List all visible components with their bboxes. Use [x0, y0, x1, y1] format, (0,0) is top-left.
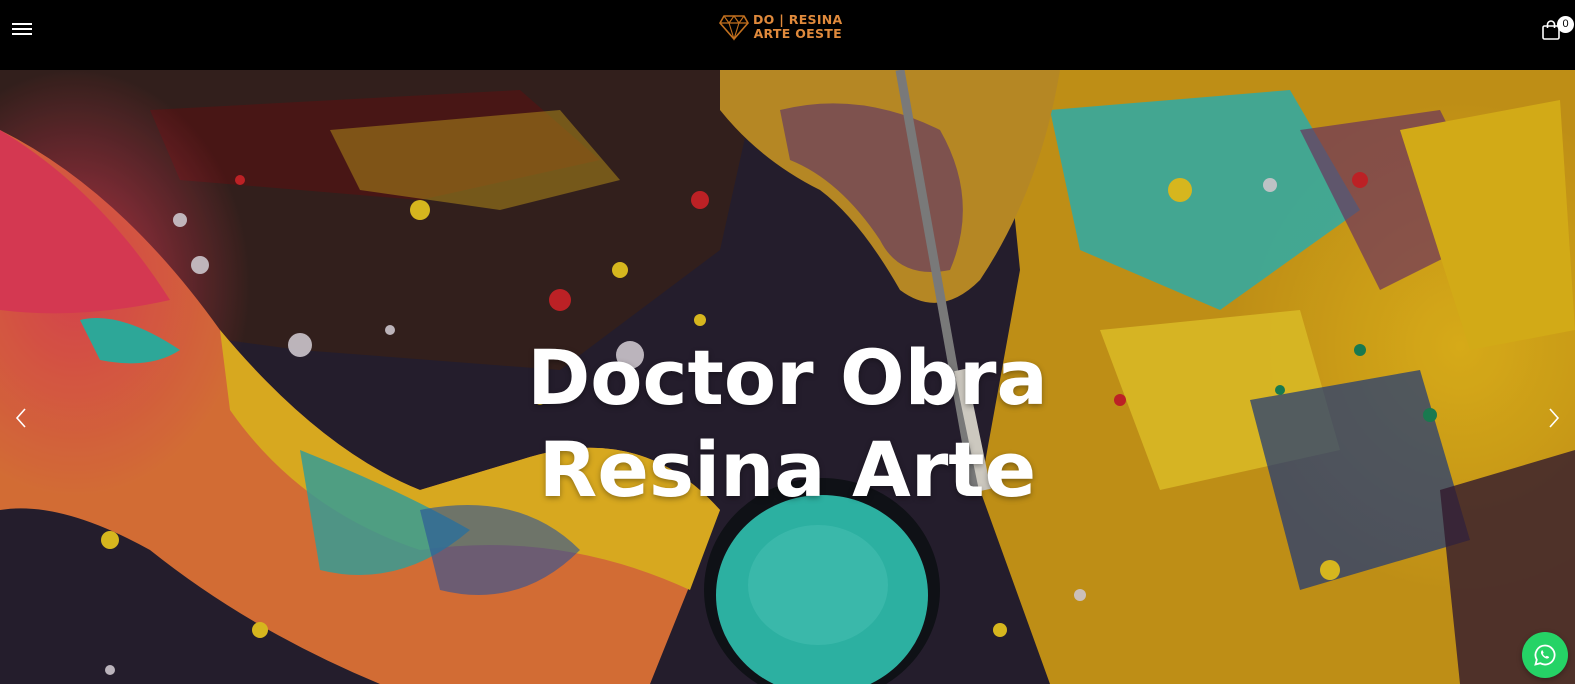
hero-slider: Doctor Obra Resina Arte	[0, 70, 1575, 684]
logo-line-2: ARTE OESTE	[753, 26, 842, 41]
cart-button[interactable]: 0	[1540, 16, 1574, 42]
whatsapp-button[interactable]	[1522, 632, 1568, 678]
diamond-icon	[719, 15, 749, 41]
whatsapp-icon	[1534, 644, 1556, 666]
chevron-left-icon	[15, 408, 26, 428]
chevron-right-icon	[1549, 408, 1560, 428]
slider-prev-button[interactable]	[8, 403, 34, 433]
hero-title: Doctor Obra Resina Arte	[0, 332, 1575, 516]
hero-title-line-2: Resina Arte	[538, 425, 1037, 514]
hamburger-menu-icon[interactable]	[12, 20, 32, 38]
cart-count-badge: 0	[1557, 16, 1574, 33]
site-header: DO | RESINA ARTE OESTE 0	[0, 0, 1575, 70]
hero-title-line-1: Doctor Obra	[527, 333, 1048, 422]
logo-line-1: DO | RESINA	[753, 12, 843, 27]
logo-text: DO | RESINA ARTE OESTE	[753, 13, 843, 41]
slider-next-button[interactable]	[1541, 403, 1567, 433]
site-logo[interactable]: DO | RESINA ARTE OESTE	[719, 11, 849, 43]
